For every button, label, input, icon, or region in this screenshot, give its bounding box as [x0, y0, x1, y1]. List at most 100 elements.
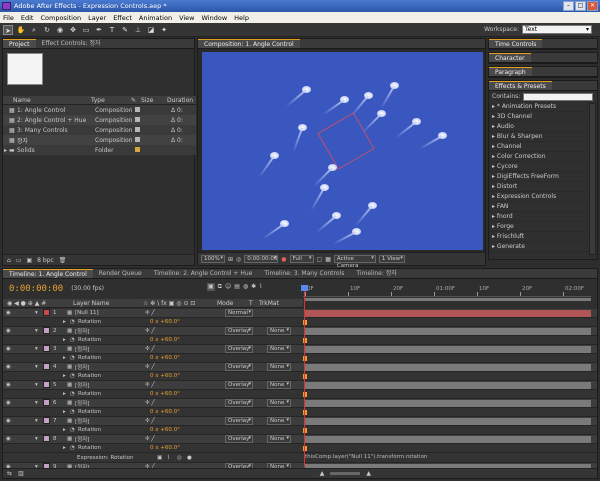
toggle-modes-icon[interactable]: ▥	[18, 470, 24, 477]
menu-effect[interactable]: Effect	[113, 14, 132, 22]
column-trkmat[interactable]: TrkMat	[259, 300, 289, 307]
layer-label-color[interactable]	[43, 434, 53, 444]
tab-effects-presets[interactable]: Effects & Presets	[489, 81, 552, 90]
stopwatch-icon[interactable]: ◔	[70, 391, 78, 397]
pickwhip-icon[interactable]: ◎	[177, 455, 187, 461]
menu-composition[interactable]: Composition	[40, 14, 81, 22]
tab-timeline-angle-control[interactable]: Timeline: 1. Angle Control	[3, 269, 93, 278]
pan-behind-tool-icon[interactable]: ✥	[68, 25, 78, 35]
shy-layers-icon[interactable]: ☺	[225, 283, 231, 291]
layer-switches[interactable]: ✢ ╱	[145, 436, 225, 442]
expression-enable-icon[interactable]: ▣	[157, 455, 167, 461]
graph-editor-icon[interactable]: ⌇	[259, 283, 262, 291]
mode-dropdown[interactable]: Overlay	[225, 381, 253, 389]
project-item[interactable]: ▦ 2: Angle Control + Hue Composition Δ 0:	[3, 115, 196, 125]
eye-icon[interactable]: ◉	[3, 364, 13, 370]
layer-label-color[interactable]	[43, 416, 53, 426]
timeline-layer-row[interactable]: ◉ ▾ 6 ▦[정자]✢ ╱Overlay None	[3, 398, 597, 408]
tab-timeline-jeongja[interactable]: Timeline: 정자	[350, 269, 402, 278]
project-item[interactable]: ▦ 3: Many Controls Composition Δ 0:	[3, 125, 196, 135]
tab-render-queue[interactable]: Render Queue	[93, 269, 148, 278]
label-swatch[interactable]	[135, 106, 145, 114]
layer-name[interactable]: [정자]	[75, 327, 145, 335]
resolution-dropdown[interactable]: Full	[289, 255, 314, 263]
timeline-layer-row[interactable]: ◉ ▾ 8 ▦[정자]✢ ╱Overlay None	[3, 434, 597, 444]
expand-arrow-icon[interactable]: ▾	[35, 400, 43, 406]
text-tool-icon[interactable]: T	[107, 25, 117, 35]
current-time[interactable]: 0:00:00:00	[244, 255, 279, 263]
expand-arrow-icon[interactable]: ▸	[63, 337, 70, 343]
property-value[interactable]: 0 x +60.0°	[150, 337, 210, 343]
stopwatch-icon[interactable]: ◔	[70, 427, 78, 433]
transparency-grid-icon[interactable]: ▦	[325, 256, 331, 263]
timeline-property-row[interactable]: ▸ ◔ Rotation 0 x +60.0°	[3, 318, 597, 327]
column-name[interactable]: Name	[3, 97, 91, 104]
work-area-bar[interactable]	[305, 298, 591, 301]
tab-project[interactable]: Project	[3, 39, 36, 48]
timeline-property-row[interactable]: ▸ ◔ Rotation 0 x +60.0°	[3, 390, 597, 399]
effects-category[interactable]: ▸ FAN	[489, 202, 588, 212]
column-layer-name[interactable]: Layer Name	[73, 300, 143, 307]
clone-stamp-tool-icon[interactable]: ⊥	[133, 25, 143, 35]
timeline-property-row[interactable]: ▸ ◔ Rotation 0 x +60.0°	[3, 354, 597, 363]
trkmat-dropdown[interactable]: None	[267, 399, 291, 407]
effects-category[interactable]: ▸ Channel	[489, 142, 588, 152]
layer-bounding-box[interactable]	[317, 112, 375, 170]
eye-icon[interactable]: ◉	[3, 382, 13, 388]
timeline-layer-row[interactable]: ◉ ▾ 5 ▦[정자]✢ ╱Overlay None	[3, 380, 597, 390]
eye-icon[interactable]: ◉	[3, 418, 13, 424]
column-size[interactable]: Size	[141, 97, 167, 104]
workspace-dropdown[interactable]: Text	[522, 25, 592, 34]
tab-character[interactable]: Character	[489, 53, 531, 62]
property-value[interactable]: 0 x +60.0°	[150, 355, 210, 361]
layer-switches[interactable]: ✢ ╱	[145, 400, 225, 406]
tab-effect-controls[interactable]: Effect Controls: 정자	[36, 39, 107, 48]
new-folder-icon[interactable]: ▭	[16, 257, 22, 264]
layer-label-color[interactable]	[43, 362, 53, 372]
minimize-button[interactable]: –	[563, 1, 574, 11]
camera-dropdown[interactable]: Active Camera	[333, 255, 376, 269]
layer-switches[interactable]: ✢ ╱	[145, 418, 225, 424]
live-update-icon[interactable]: ▣	[207, 283, 215, 291]
expand-arrow-icon[interactable]: ▸	[63, 319, 70, 325]
stopwatch-icon[interactable]: ◔	[70, 445, 78, 451]
layer-label-color[interactable]	[43, 308, 53, 318]
timeline-property-row[interactable]: ▸ ◔ Rotation 0 x +60.0°	[3, 336, 597, 345]
eraser-tool-icon[interactable]: ◪	[146, 25, 156, 35]
layer-label-color[interactable]	[43, 326, 53, 336]
tab-paragraph[interactable]: Paragraph	[489, 67, 532, 76]
layer-duration-bar[interactable]	[305, 400, 591, 407]
zoom-dropdown[interactable]: 100%	[201, 255, 225, 263]
puppet-tool-icon[interactable]: ✦	[159, 25, 169, 35]
region-of-interest-icon[interactable]: ▢	[317, 256, 323, 263]
mode-dropdown[interactable]: Overlay	[225, 417, 253, 425]
timeline-property-row[interactable]: ▸ ◔ Rotation 0 x +60.0°	[3, 372, 597, 381]
effects-category[interactable]: ▸ Frischluft	[489, 232, 588, 242]
effects-category[interactable]: ▸ Color Correction	[489, 152, 588, 162]
camera-tool-icon[interactable]: ◉	[55, 25, 65, 35]
layer-name[interactable]: [Null 11]	[75, 310, 145, 316]
project-item[interactable]: ▦ 1: Angle Control Composition Δ 0:	[3, 105, 196, 115]
layer-duration-bar[interactable]	[305, 328, 591, 335]
time-ruler[interactable]: 0F 10F 20F 01:00F 10F 20F 02:00F	[303, 285, 591, 297]
language-menu-icon[interactable]: ●	[187, 455, 197, 461]
property-value[interactable]: 0 x +60.0°	[150, 319, 210, 325]
layer-switches[interactable]: ✢ ╱	[145, 328, 225, 334]
expand-arrow-icon[interactable]: ▾	[35, 436, 43, 442]
mode-dropdown[interactable]: Overlay	[225, 327, 253, 335]
tab-timeline-many-controls[interactable]: Timeline: 3. Many Controls	[258, 269, 350, 278]
property-value[interactable]: 0 x +60.0°	[150, 409, 210, 415]
composition-viewer[interactable]	[202, 52, 483, 250]
layer-switches[interactable]: ✢ ╱	[145, 346, 225, 352]
layer-name[interactable]: [정자]	[75, 381, 145, 389]
stopwatch-icon[interactable]: ◔	[70, 337, 78, 343]
expand-arrow-icon[interactable]: ▾	[35, 364, 43, 370]
snapshot-icon[interactable]: ◎	[236, 256, 241, 263]
mode-dropdown[interactable]: Overlay	[225, 345, 253, 353]
show-channel-icon[interactable]: ●	[281, 256, 286, 263]
effects-category[interactable]: ▸ Cycore	[489, 162, 588, 172]
zoom-in-icon[interactable]: ▲	[366, 470, 371, 477]
stopwatch-icon[interactable]: ◔	[70, 409, 78, 415]
menu-file[interactable]: File	[3, 14, 14, 22]
property-value[interactable]: 0 x +60.0°	[150, 445, 210, 451]
